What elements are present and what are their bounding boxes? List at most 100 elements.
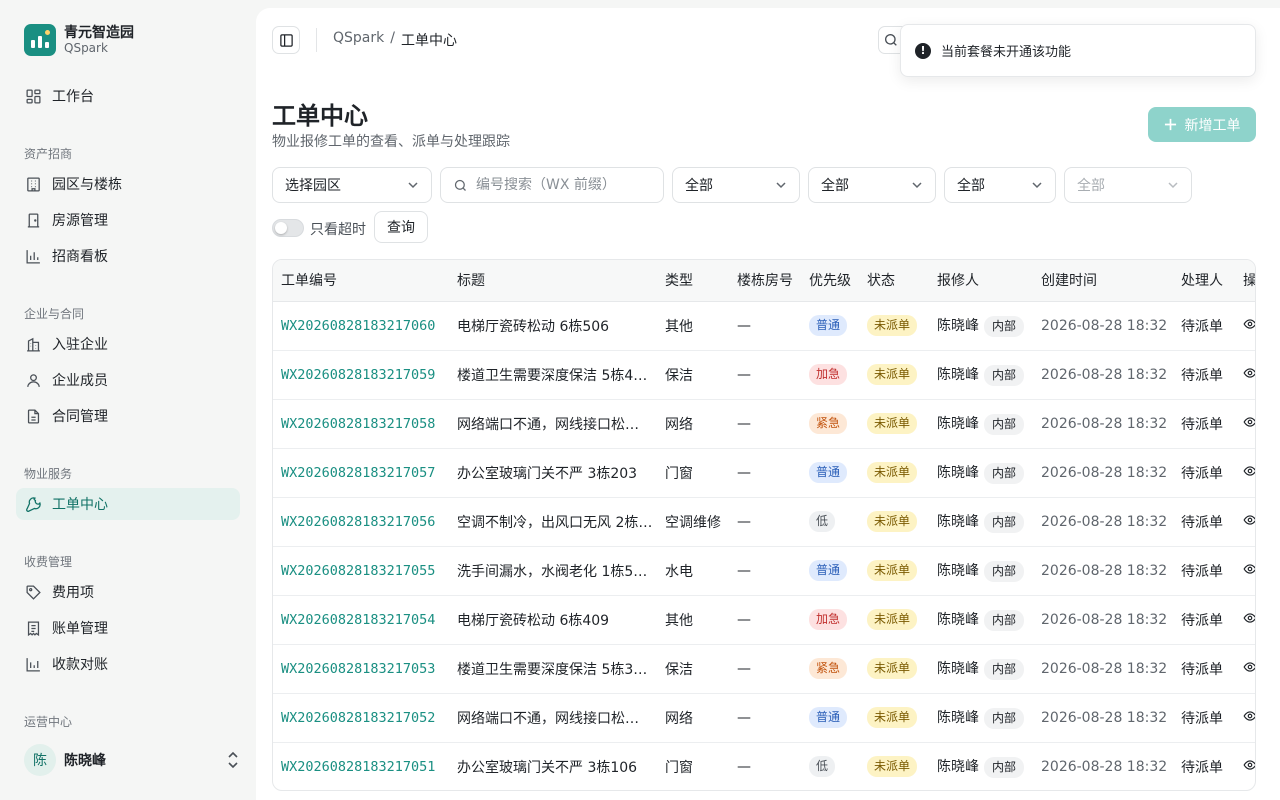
ticket-room: — [729,644,801,694]
document-icon [24,407,42,425]
created-time: 2026-08-28 18:32 [1033,350,1173,400]
search-input[interactable] [476,177,646,193]
overdue-toggle-label: 只看超时 [310,222,366,238]
ticket-code-link[interactable]: WX20260828183217054 [273,595,449,645]
priority-cell: 加急 [801,350,859,400]
status-cell: 未派单 [859,448,929,498]
table-row[interactable]: WX20260828183217056 空调不制冷，出风口无风 2栋… 空调维修 — 低… [273,497,1256,547]
user-menu[interactable]: 陈 陈晓峰 [24,744,240,776]
eye-icon[interactable] [1243,611,1256,625]
ticket-type: 网络 [657,399,729,449]
reporter-name: 陈晓峰 [937,366,979,383]
sidebar-item-housing[interactable]: 房源管理 [16,204,240,236]
ticket-code-link[interactable]: WX20260828183217051 [273,742,449,790]
eye-icon[interactable] [1243,366,1256,380]
ticket-code-link[interactable]: WX20260828183217060 [273,301,449,351]
ticket-type: 空调维修 [657,497,729,547]
table-row[interactable]: WX20260828183217060 电梯厅瓷砖松动 6栋506 其他 — 普通 未派单… [273,301,1256,351]
sidebar-item-members[interactable]: 企业成员 [16,364,240,396]
handler: 待派单 [1173,693,1235,743]
eye-icon[interactable] [1243,709,1256,723]
sidebar-item-fees[interactable]: 费用项 [16,576,240,608]
type-select-value: 全部 [685,178,713,194]
ticket-code-link[interactable]: WX20260828183217059 [273,350,449,400]
brand[interactable]: 青元智造园 QSpark [24,24,134,56]
table-row[interactable]: WX20260828183217055 洗手间漏水，水阀老化 1栋5… 水电 — 普通未… [273,546,1256,596]
sidebar-item-contracts[interactable]: 合同管理 [16,400,240,432]
toast-notification: ! 当前套餐未开通该功能 [900,24,1256,77]
reporter-tag: 内部 [984,609,1025,631]
eye-icon[interactable] [1243,513,1256,527]
ticket-code-link[interactable]: WX20260828183217052 [273,693,449,743]
eye-icon[interactable] [1243,758,1256,772]
handler: 待派单 [1173,595,1235,645]
table-row[interactable]: WX20260828183217059 楼道卫生需要深度保洁 5栋4… 保洁 — 加急未… [273,350,1256,400]
priority-select-value: 全部 [821,178,849,194]
ticket-room: — [729,448,801,498]
ticket-type: 网络 [657,693,729,743]
actions-cell [1235,693,1256,743]
table-header-row: 工单编号 标题 类型 楼栋房号 优先级 状态 报修人 创建时间 处理人操 [273,260,1255,302]
sidebar-item-reconciliation[interactable]: 收款对账 [16,648,240,680]
table-row[interactable]: WX20260828183217058 网络端口不通，网线接口松… 网络 — 紧急 未派单… [273,399,1256,449]
sidebar-toggle-button[interactable] [272,26,300,54]
reporter-tag: 内部 [984,560,1025,582]
sidebar-item-investment-board[interactable]: 招商看板 [16,240,240,272]
priority-select[interactable]: 全部 [808,167,936,203]
table-row[interactable]: WX20260828183217053 楼道卫生需要深度保洁 5栋3… 保洁 — 紧急未… [273,644,1256,694]
sidebar-item-label: 账单管理 [52,621,108,637]
sidebar-item-park[interactable]: 园区与楼栋 [16,168,240,200]
created-time: 2026-08-28 18:32 [1033,399,1173,449]
search-icon [454,179,466,191]
sidebar-item-label: 工作台 [52,89,94,105]
overdue-toggle[interactable] [272,219,304,237]
reporter-tag: 内部 [984,413,1025,435]
sidebar: 青元智造园 QSpark 工作台 资产招商 园区与楼栋 房源管理 招商看板 企业… [0,0,256,800]
priority-badge: 普通 [809,315,848,336]
sidebar-item-companies[interactable]: 入驻企业 [16,328,240,360]
ticket-room: — [729,497,801,547]
table-row[interactable]: WX20260828183217051 办公室玻璃门关不严 3栋106 门窗 — 低 未派… [273,742,1256,790]
ticket-code-link[interactable]: WX20260828183217056 [273,497,449,547]
reporter-name: 陈晓峰 [937,758,979,775]
sidebar-item-bills[interactable]: 账单管理 [16,612,240,644]
actions-cell [1235,448,1256,498]
breadcrumb-root[interactable]: QSpark [333,30,384,50]
chevron-down-icon [408,182,418,189]
eye-icon[interactable] [1243,660,1256,674]
status-select[interactable]: 全部 [944,167,1056,203]
eye-icon[interactable] [1243,562,1256,576]
ticket-code-link[interactable]: WX20260828183217055 [273,546,449,596]
status-badge: 未派单 [867,511,918,532]
type-select[interactable]: 全部 [672,167,800,203]
park-select[interactable]: 选择园区 [272,167,432,203]
sidebar-item-label: 工单中心 [52,497,108,513]
table-row[interactable]: WX20260828183217057 办公室玻璃门关不严 3栋203 门窗 — 普通未… [273,448,1256,498]
table-row[interactable]: WX20260828183217054 电梯厅瓷砖松动 6栋409 其他 — 加急 未派单… [273,595,1256,645]
status-badge: 未派单 [867,658,918,679]
breadcrumb-separator: / [390,30,395,46]
handler: 待派单 [1173,546,1235,596]
query-button[interactable]: 查询 [374,211,428,243]
section-label-ops: 运营中心 [24,715,73,729]
add-ticket-button[interactable]: 新增工单 [1148,107,1256,142]
office-icon [24,335,42,353]
created-time: 2026-08-28 18:32 [1033,497,1173,547]
breadcrumb-current: 工单中心 [400,33,457,49]
ticket-code-link[interactable]: WX20260828183217057 [273,448,449,498]
priority-cell: 普通 [801,546,859,596]
ticket-title: 洗手间漏水，水阀老化 1栋5… [449,546,657,596]
ticket-code-link[interactable]: WX20260828183217058 [273,399,449,449]
ticket-type: 门窗 [657,448,729,498]
reporter-cell: 陈晓峰 内部 [929,448,1033,498]
status-badge: 未派单 [867,413,918,434]
sidebar-item-tickets[interactable]: 工单中心 [16,488,240,520]
priority-badge: 低 [809,511,836,532]
sidebar-item-workbench[interactable]: 工作台 [16,80,240,112]
ticket-code-link[interactable]: WX20260828183217053 [273,644,449,694]
table-row[interactable]: WX20260828183217052 网络端口不通，网线接口松… 网络 — 普通 未派单… [273,693,1256,743]
eye-icon[interactable] [1243,464,1256,478]
status-cell: 未派单 [859,595,929,645]
eye-icon[interactable] [1243,415,1256,429]
eye-icon[interactable] [1243,317,1256,331]
